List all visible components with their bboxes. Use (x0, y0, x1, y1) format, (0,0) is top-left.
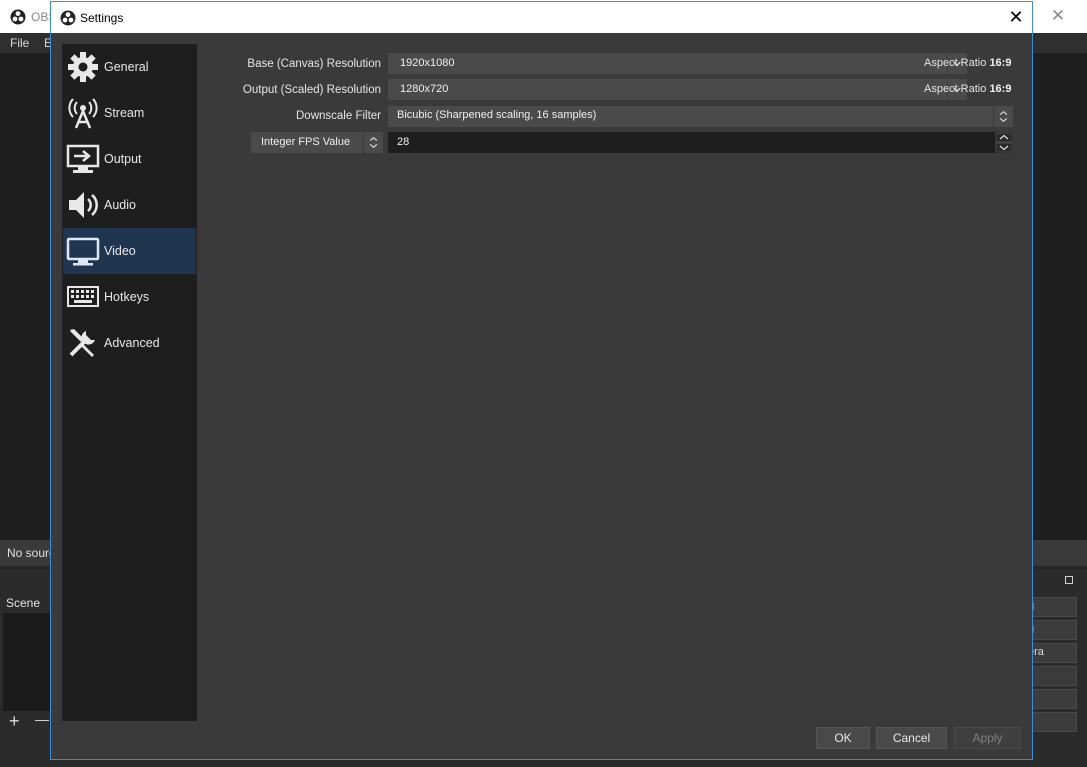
aspect-ratio-label: Aspect Ratio (924, 57, 987, 69)
output-resolution-combo[interactable]: 1280x720 (388, 79, 967, 100)
settings-title: Settings (80, 11, 124, 25)
cancel-button[interactable]: Cancel (876, 727, 947, 749)
obs-logo-icon (60, 10, 76, 26)
up-down-chevron-icon[interactable] (363, 132, 383, 153)
sidebar-item-advanced[interactable]: Advanced (63, 320, 196, 366)
obs-close-icon[interactable]: ✕ (1049, 6, 1067, 26)
no-source-text: No sourc (7, 546, 56, 560)
wrench-screwdriver-icon (69, 329, 95, 357)
keyboard-icon (67, 286, 99, 307)
fps-value: 28 (397, 136, 410, 148)
base-resolution-label: Base (Canvas) Resolution (247, 58, 381, 70)
fps-value-spinbox[interactable]: 28 (388, 132, 1013, 153)
sidebar-item-label: Stream (104, 106, 145, 120)
aspect-ratio-value: 16:9 (989, 57, 1012, 69)
remove-scene-button[interactable]: — (35, 711, 49, 727)
gear-icon (68, 52, 98, 82)
fps-type-value: Integer FPS Value (261, 136, 351, 148)
output-monitor-icon (66, 144, 100, 173)
dock-float-icon[interactable] (1065, 576, 1073, 584)
settings-sidebar: General Stream Output Audio Video Hotkey… (62, 44, 197, 721)
sidebar-item-hotkeys[interactable]: Hotkeys (63, 274, 196, 320)
add-scene-button[interactable]: + (9, 711, 20, 732)
base-aspect-ratio: Aspect Ratio 16:9 (924, 57, 1011, 69)
settings-titlebar: Settings ✕ (51, 2, 1032, 33)
output-aspect-ratio: Aspect Ratio 16:9 (924, 83, 1011, 95)
sidebar-item-general[interactable]: General (63, 44, 196, 90)
aspect-ratio-label: Aspect Ratio (924, 83, 987, 95)
spin-arrows-icon[interactable] (995, 132, 1013, 153)
downscale-filter-value: Bicubic (Sharpened scaling, 16 samples) (397, 109, 597, 121)
monitor-icon (66, 237, 100, 266)
output-resolution-value: 1280x720 (400, 83, 449, 95)
antenna-icon (68, 98, 98, 129)
base-resolution-combo[interactable]: 1920x1080 (388, 53, 967, 74)
downscale-filter-select[interactable]: Bicubic (Sharpened scaling, 16 samples) (388, 106, 1013, 127)
sidebar-item-stream[interactable]: Stream (63, 90, 196, 136)
speaker-icon (69, 192, 98, 218)
sidebar-item-label: Hotkeys (104, 290, 150, 304)
aspect-ratio-value: 16:9 (989, 83, 1012, 95)
obs-logo-icon (10, 9, 26, 25)
sidebar-item-output[interactable]: Output (63, 136, 196, 182)
output-resolution-label: Output (Scaled) Resolution (242, 84, 381, 96)
ok-button[interactable]: OK (816, 727, 870, 749)
sidebar-item-label: Video (104, 244, 136, 258)
downscale-filter-label: Downscale Filter (296, 110, 381, 122)
sidebar-item-audio[interactable]: Audio (63, 182, 196, 228)
base-resolution-value: 1920x1080 (400, 57, 455, 69)
sidebar-item-label: General (104, 60, 149, 74)
menu-file[interactable]: File (10, 36, 29, 50)
sidebar-item-label: Output (104, 152, 142, 166)
apply-button[interactable]: Apply (954, 727, 1021, 749)
sidebar-item-video[interactable]: Video (63, 228, 196, 274)
close-icon[interactable]: ✕ (1006, 7, 1026, 27)
sidebar-item-label: Advanced (104, 336, 160, 350)
up-down-chevron-icon[interactable] (993, 106, 1013, 127)
fps-type-select[interactable]: Integer FPS Value (251, 132, 383, 153)
sidebar-item-label: Audio (104, 198, 136, 212)
settings-dialog: Settings ✕ General Stream Output Audio V… (50, 1, 1033, 760)
